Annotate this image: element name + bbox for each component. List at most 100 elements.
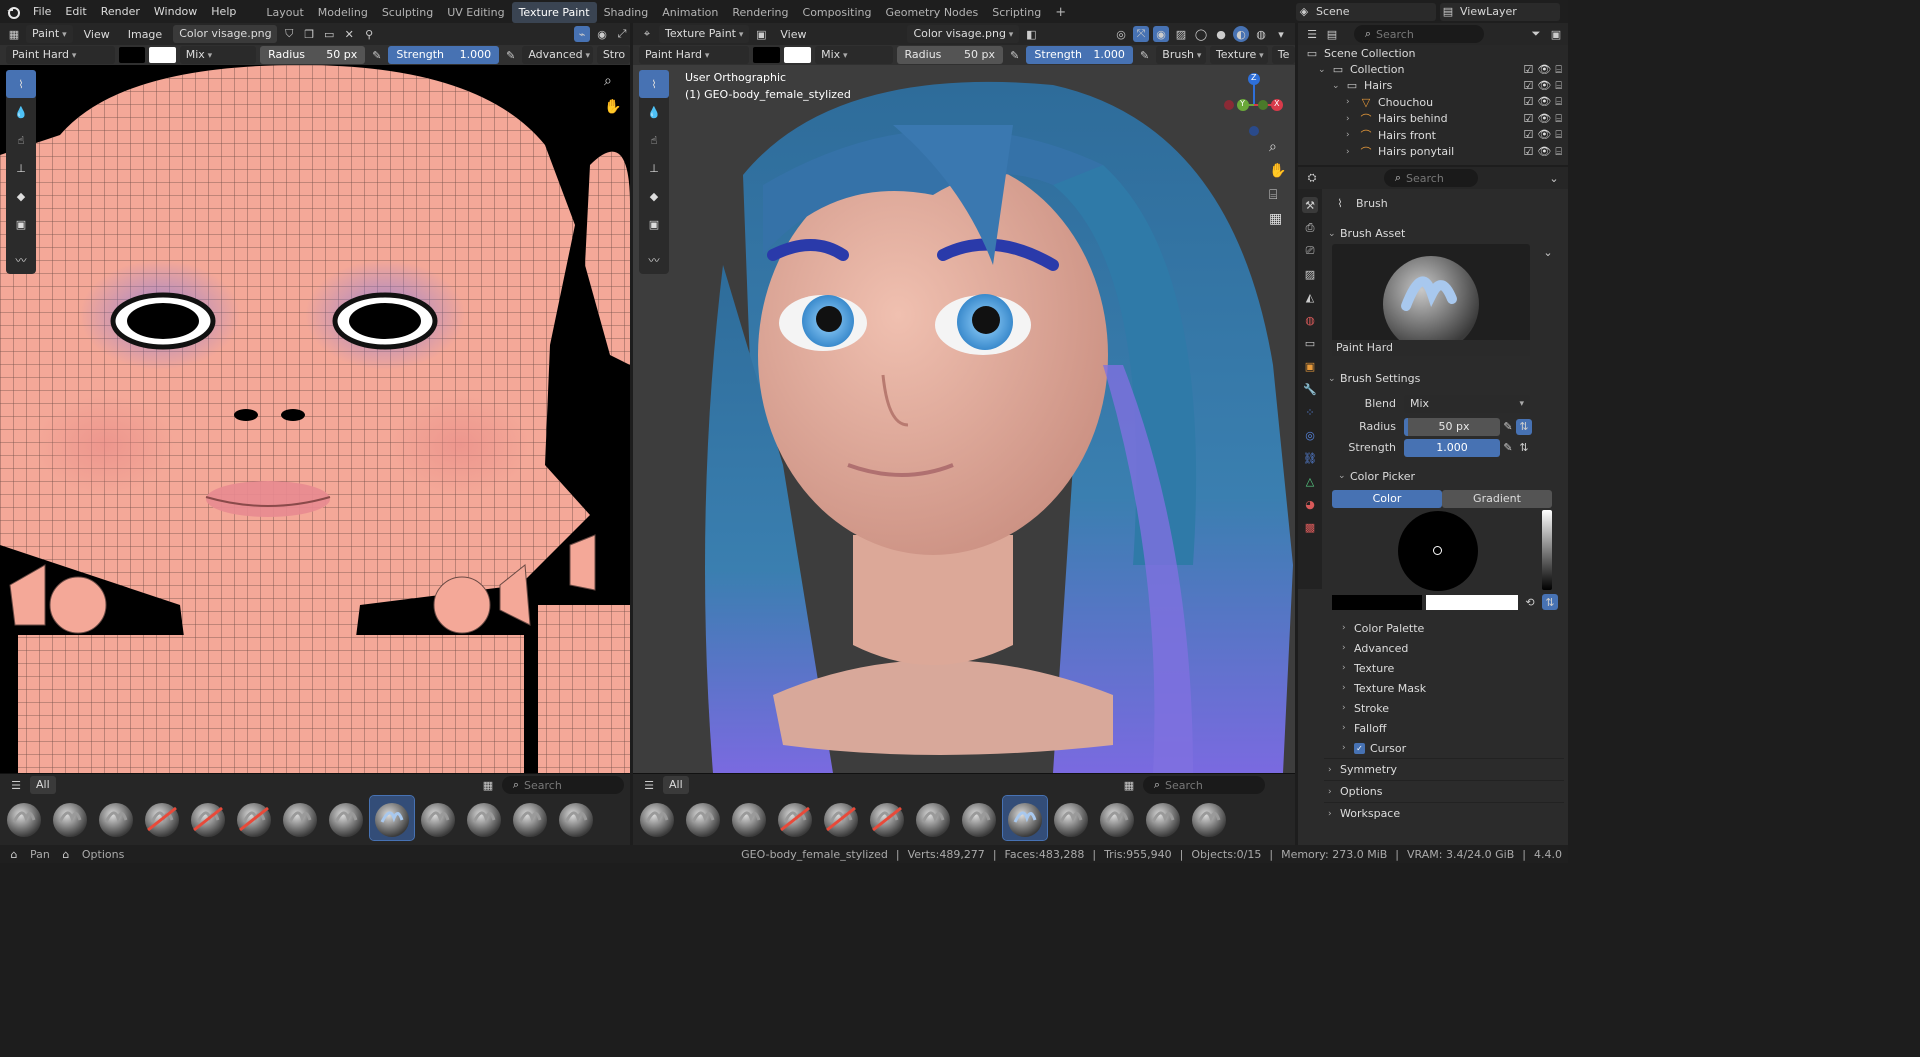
- outliner-item[interactable]: › ▽ Chouchou ☑ 👁 ⌸: [1298, 94, 1568, 110]
- brush-selector[interactable]: Paint Hard: [6, 46, 115, 64]
- camera-icon[interactable]: ⌸: [1555, 63, 1562, 77]
- mask-brush-icon[interactable]: ▣: [639, 210, 669, 238]
- brush-thumbnail[interactable]: [727, 796, 771, 840]
- texture-menu[interactable]: Texture: [1209, 46, 1268, 64]
- chevron-down-icon[interactable]: ⌄: [1332, 81, 1344, 91]
- shelf-search-input[interactable]: ⌕ Search: [502, 776, 624, 794]
- solid-shading-icon[interactable]: ●: [1213, 26, 1229, 42]
- eye-icon[interactable]: 👁: [1537, 128, 1551, 142]
- grid-toggle-icon[interactable]: ▦: [1269, 211, 1286, 227]
- checkbox-icon[interactable]: ✓: [1354, 742, 1365, 754]
- pressure-icon[interactable]: ✎: [369, 47, 384, 63]
- strength-field[interactable]: Strength 1.000: [388, 46, 500, 64]
- strength-field[interactable]: Strength 1.000: [1026, 46, 1133, 64]
- brush-thumbnail[interactable]: [508, 796, 552, 840]
- slots-icon[interactable]: ▣: [753, 26, 769, 42]
- pressure-icon[interactable]: ✎: [1137, 47, 1152, 63]
- strength-unified-icon[interactable]: ⇅: [1516, 440, 1532, 456]
- texture-tab-icon[interactable]: ▩: [1302, 519, 1318, 535]
- viewport-canvas[interactable]: [633, 65, 1295, 773]
- pressure-icon[interactable]: ✎: [1500, 419, 1516, 435]
- chevron-right-icon[interactable]: ›: [1346, 147, 1358, 157]
- draw-brush-icon[interactable]: ⌇: [6, 70, 36, 98]
- checkbox-icon[interactable]: ☑: [1524, 112, 1534, 126]
- zoom-icon[interactable]: ⌕: [604, 73, 612, 89]
- panel-header[interactable]: › Workspace: [1324, 802, 1564, 824]
- brush-thumbnail[interactable]: [232, 796, 276, 840]
- secondary-color-swatch[interactable]: [784, 47, 812, 63]
- tex-slots-menu[interactable]: Te: [1271, 46, 1296, 64]
- brush-selector[interactable]: Paint Hard: [639, 46, 750, 64]
- menu-window[interactable]: Window: [147, 0, 204, 23]
- soften-brush-icon[interactable]: 💧: [639, 98, 669, 126]
- gradient-tab[interactable]: Gradient: [1442, 490, 1552, 508]
- menu-help[interactable]: Help: [204, 0, 243, 23]
- options-chevron-icon[interactable]: ⌄: [1546, 170, 1562, 186]
- checkbox-icon[interactable]: ☑: [1524, 63, 1534, 77]
- scene-tab-icon[interactable]: ◭: [1302, 289, 1318, 305]
- brush-thumbnail[interactable]: [681, 796, 725, 840]
- menu-image[interactable]: Image: [121, 23, 169, 46]
- shelf-search-input[interactable]: ⌕ Search: [1143, 776, 1265, 794]
- eye-icon[interactable]: 👁: [1537, 145, 1551, 159]
- editor-type-icon[interactable]: ▦: [6, 26, 22, 42]
- zoom-icon[interactable]: ⌕: [1269, 139, 1286, 155]
- pressure-icon[interactable]: ✎: [1007, 47, 1022, 63]
- hamburger-menu-icon[interactable]: ☰: [641, 777, 657, 793]
- blend-dropdown[interactable]: Mix: [815, 46, 893, 64]
- brush-thumbnail[interactable]: [462, 796, 506, 840]
- clone-brush-icon[interactable]: ⊥: [6, 154, 36, 182]
- navigation-gizmo[interactable]: Z X Y: [1219, 73, 1289, 143]
- output-tab-icon[interactable]: ⎚: [1302, 243, 1318, 259]
- mask-toggle-icon[interactable]: ◧: [1023, 26, 1039, 42]
- outliner-item[interactable]: ⌄ ▭ Collection ☑ 👁 ⌸: [1298, 61, 1568, 77]
- brush-menu[interactable]: Brush: [1156, 46, 1206, 64]
- tab-modeling[interactable]: Modeling: [311, 2, 375, 23]
- brush-thumbnail[interactable]: [957, 796, 1001, 840]
- close-icon[interactable]: ✕: [341, 26, 357, 42]
- draw-brush-icon[interactable]: ⌇: [639, 70, 669, 98]
- menu-render[interactable]: Render: [94, 0, 147, 23]
- brush-thumbnail[interactable]: [186, 796, 230, 840]
- brush-thumbnail[interactable]: [819, 796, 863, 840]
- brush-thumbnail[interactable]: [554, 796, 598, 840]
- brush-thumbnail[interactable]: [773, 796, 817, 840]
- subpanel-header[interactable]: › Advanced: [1328, 638, 1564, 658]
- pan-hand-icon[interactable]: ✋: [604, 99, 621, 115]
- tab-scripting[interactable]: Scripting: [985, 2, 1048, 23]
- blend-dropdown[interactable]: Mix: [179, 46, 257, 64]
- annotate-icon[interactable]: 〰: [6, 246, 36, 274]
- secondary-color-field[interactable]: [1426, 594, 1518, 610]
- brush-thumbnail[interactable]: [911, 796, 955, 840]
- view-layer-tab-icon[interactable]: ▨: [1302, 266, 1318, 282]
- xray-icon[interactable]: ▨: [1173, 26, 1189, 42]
- folder-icon[interactable]: ▭: [321, 26, 337, 42]
- brush-asset-panel-header[interactable]: ⌄ Brush Asset: [1328, 223, 1564, 244]
- color-tab[interactable]: Color: [1332, 490, 1442, 508]
- wireframe-shading-icon[interactable]: ◯: [1193, 26, 1209, 42]
- color-wheel[interactable]: [1398, 511, 1478, 591]
- eye-icon[interactable]: 👁: [1537, 79, 1551, 93]
- tool-tab-icon[interactable]: ⚒: [1302, 197, 1318, 213]
- uv-texture-canvas[interactable]: [0, 65, 630, 773]
- smear-brush-icon[interactable]: ☝: [639, 126, 669, 154]
- tab-compositing[interactable]: Compositing: [796, 2, 879, 23]
- eye-icon[interactable]: 👁: [1537, 112, 1551, 126]
- panel-header[interactable]: › Symmetry: [1324, 758, 1564, 780]
- tab-shading[interactable]: Shading: [597, 2, 656, 23]
- brush-thumbnail[interactable]: [416, 796, 460, 840]
- soften-brush-icon[interactable]: 💧: [6, 98, 36, 126]
- outliner-item[interactable]: ⌄ ▭ Hairs ☑ 👁 ⌸: [1298, 78, 1568, 94]
- color-picker-panel-header[interactable]: ⌄ Color Picker: [1328, 466, 1564, 486]
- brush-thumbnail[interactable]: [635, 796, 679, 840]
- annotate-icon[interactable]: 〰: [639, 246, 669, 274]
- uv-sync-icon[interactable]: ⌁: [574, 26, 590, 42]
- checkbox-icon[interactable]: ☑: [1524, 79, 1534, 93]
- world-tab-icon[interactable]: ◍: [1302, 312, 1318, 328]
- outliner-item[interactable]: ▭ Scene Collection: [1298, 45, 1568, 61]
- collection-tab-icon[interactable]: ▭: [1302, 335, 1318, 351]
- pan-hand-icon[interactable]: ✋: [1269, 163, 1286, 179]
- camera-icon[interactable]: ⌸: [1555, 95, 1562, 109]
- brush-thumbnail[interactable]: [140, 796, 184, 840]
- camera-icon[interactable]: ⌸: [1555, 128, 1562, 142]
